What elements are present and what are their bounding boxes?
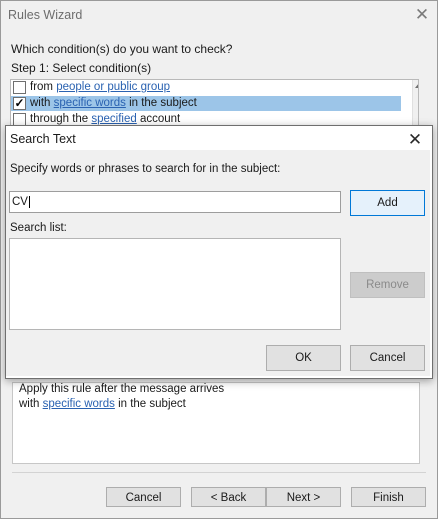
condition-list: from people or public group ✓ with speci… <box>10 79 419 129</box>
search-list-label: Search list: <box>10 222 67 234</box>
search-dialog-cancel-button[interactable]: Cancel <box>350 345 425 371</box>
condition-link[interactable]: specific words <box>54 97 126 109</box>
condition-row-specific-words[interactable]: ✓ with specific words in the subject <box>11 96 401 111</box>
wizard-separator <box>12 472 426 473</box>
wizard-close-icon[interactable]: ✕ <box>410 3 434 27</box>
search-dialog-prompt: Specify words or phrases to search for i… <box>10 163 281 175</box>
condition-checkbox-checked[interactable]: ✓ <box>13 97 26 110</box>
rule-description-link[interactable]: specific words <box>43 398 115 410</box>
condition-row-people[interactable]: from people or public group <box>11 80 401 95</box>
rule-description-line1: Apply this rule after the message arrive… <box>19 383 225 395</box>
condition-checkbox[interactable] <box>13 81 26 94</box>
condition-text: from people or public group <box>30 81 171 93</box>
search-list[interactable] <box>9 238 341 330</box>
wizard-back-button[interactable]: < Back <box>191 487 266 507</box>
text-caret <box>28 195 30 208</box>
wizard-finish-button[interactable]: Finish <box>351 487 426 507</box>
search-text-input[interactable]: CV <box>9 191 341 213</box>
search-dialog-title: Search Text <box>10 132 76 146</box>
add-button[interactable]: Add <box>350 190 425 216</box>
condition-text: with specific words in the subject <box>30 97 197 109</box>
scroll-up-icon[interactable] <box>415 83 418 88</box>
condition-question: Which condition(s) do you want to check? <box>11 42 233 56</box>
wizard-cancel-button[interactable]: Cancel <box>106 487 181 507</box>
search-dialog-close-icon[interactable]: ✕ <box>404 129 426 151</box>
wizard-next-button[interactable]: Next > <box>266 487 341 507</box>
rule-description-line2: with specific words in the subject <box>19 398 186 410</box>
step1-label: Step 1: Select condition(s) <box>11 61 152 75</box>
ok-button[interactable]: OK <box>266 345 341 371</box>
condition-link[interactable]: specified <box>91 113 136 125</box>
remove-button[interactable]: Remove <box>350 272 425 298</box>
wizard-title: Rules Wizard <box>8 8 83 22</box>
condition-link[interactable]: people or public group <box>56 81 170 93</box>
